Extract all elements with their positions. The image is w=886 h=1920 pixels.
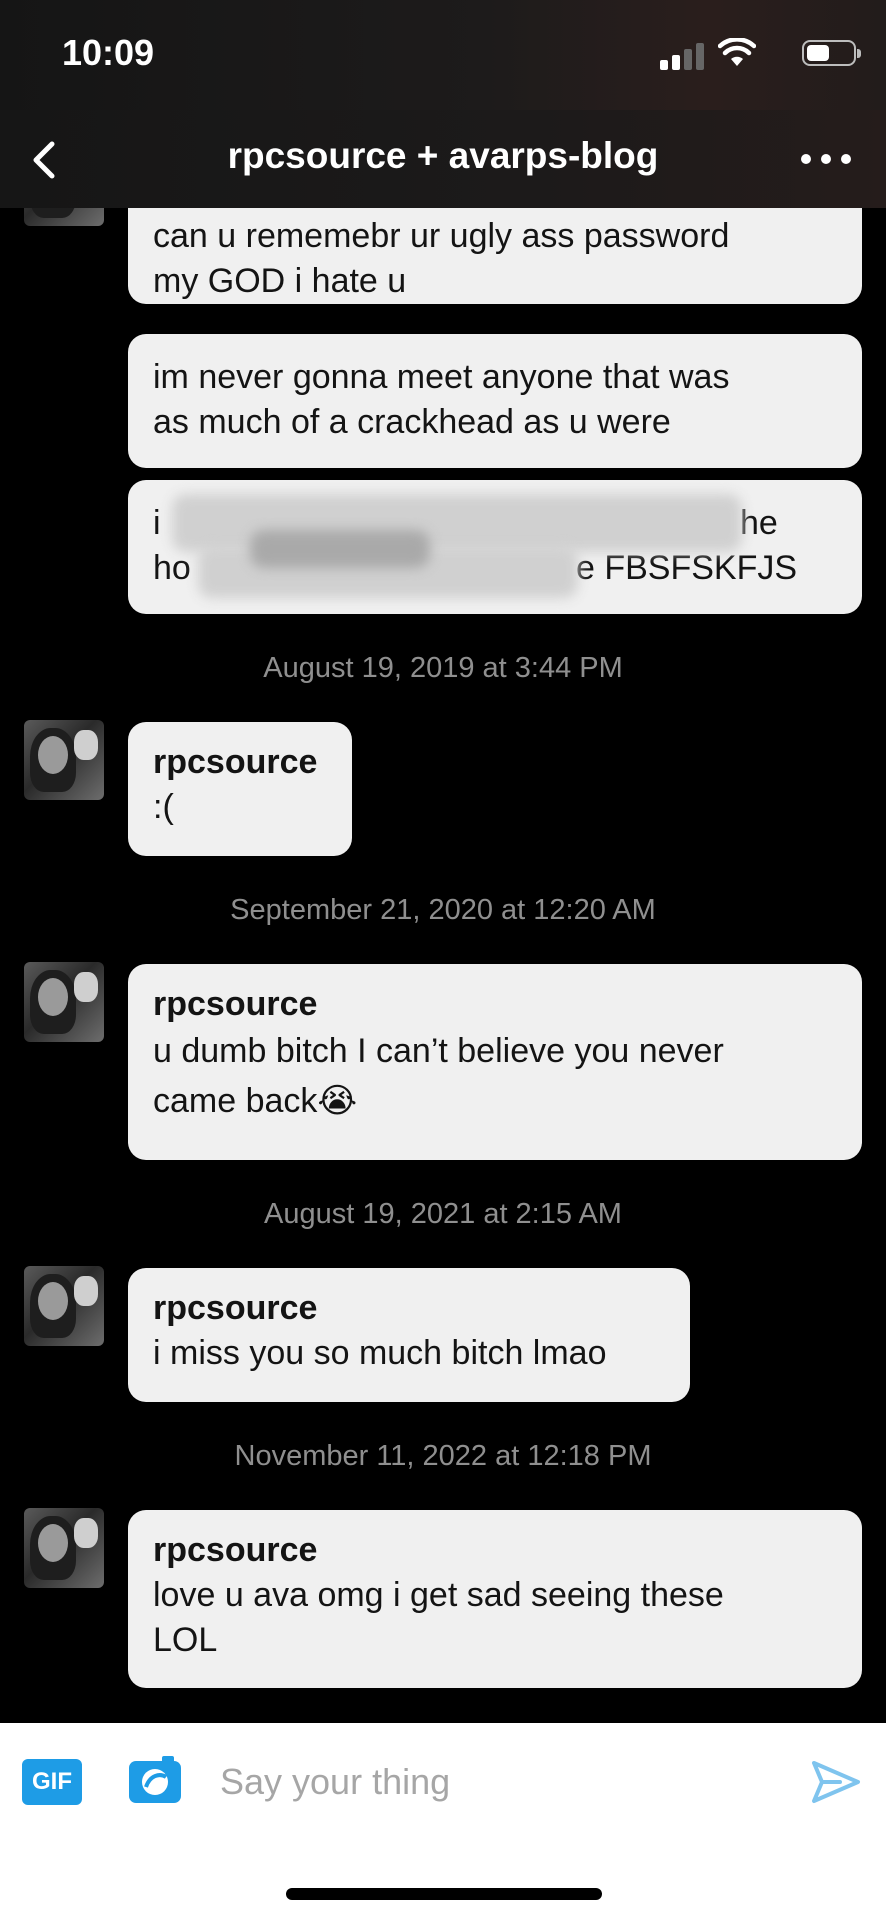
message-text: my GOD i hate u (153, 262, 407, 300)
redaction-blur (250, 530, 430, 568)
battery-icon (802, 40, 861, 66)
message-text: came back😭 (153, 1082, 358, 1120)
message-text: ho (153, 549, 191, 587)
message-bubble[interactable]: rpcsource :( (128, 722, 352, 856)
message-text: :( (153, 788, 174, 826)
sender-name[interactable]: rpcsource (153, 1528, 837, 1573)
message-bubble[interactable]: im never gonna meet anyone that was as m… (128, 334, 862, 468)
message-bubble[interactable]: rpcsource u dumb bitch I can’t believe y… (128, 964, 862, 1160)
message-list[interactable]: can u rememebr ur ugly ass password my G… (0, 208, 886, 1723)
gif-button[interactable]: GIF (22, 1759, 82, 1805)
more-options-button[interactable] (796, 138, 856, 178)
dot-icon (801, 154, 811, 164)
message-text: im never gonna meet anyone that was (153, 358, 730, 396)
message-text: love u ava omg i get sad seeing these (153, 1576, 724, 1614)
message-text: can u rememebr ur ugly ass password (153, 217, 730, 255)
timestamp: August 19, 2019 at 3:44 PM (263, 652, 623, 684)
conversation-title: rpcsource + avarps-blog (227, 135, 659, 176)
dot-icon (821, 154, 831, 164)
message-bubble[interactable]: rpcsource love u ava omg i get sad seein… (128, 1510, 862, 1688)
avatar[interactable] (24, 720, 104, 800)
conversation-header: rpcsource + avarps-blog (0, 110, 886, 208)
status-time: 10:09 (62, 32, 155, 73)
message-bubble-redacted[interactable]: i he ho e FBSFSKFJS (128, 480, 862, 614)
timestamp: November 11, 2022 at 12:18 PM (234, 1440, 652, 1472)
dot-icon (841, 154, 851, 164)
camera-icon[interactable] (126, 1753, 184, 1805)
message-text: e FBSFSKFJS (576, 549, 798, 587)
home-indicator[interactable] (286, 1888, 602, 1900)
message-input[interactable] (218, 1751, 782, 1813)
message-text: i miss you so much bitch lmao (153, 1334, 607, 1372)
message-bubble[interactable]: rpcsource i miss you so much bitch lmao (128, 1268, 690, 1402)
sender-name[interactable]: rpcsource (153, 1286, 665, 1331)
status-bar: 10:09 (0, 0, 886, 110)
message-text: i (153, 504, 161, 542)
wifi-icon (718, 38, 756, 66)
avatar[interactable] (24, 1508, 104, 1588)
timestamp: August 19, 2021 at 2:15 AM (264, 1198, 622, 1230)
message-bubble[interactable]: can u rememebr ur ugly ass password my G… (128, 208, 862, 304)
sender-name[interactable]: rpcsource (153, 982, 837, 1026)
message-text: u dumb bitch I can’t believe you never (153, 1032, 724, 1070)
message-text: he (740, 504, 778, 542)
message-composer: GIF (0, 1723, 886, 1920)
send-icon[interactable] (810, 1759, 862, 1805)
avatar[interactable] (24, 1266, 104, 1346)
avatar[interactable] (24, 208, 104, 226)
avatar[interactable] (24, 962, 104, 1042)
message-text: LOL (153, 1621, 218, 1659)
sender-name[interactable]: rpcsource (153, 740, 327, 785)
signal-icon (660, 42, 706, 70)
timestamp: September 21, 2020 at 12:20 AM (230, 894, 656, 926)
message-text: as much of a crackhead as u were (153, 403, 671, 441)
